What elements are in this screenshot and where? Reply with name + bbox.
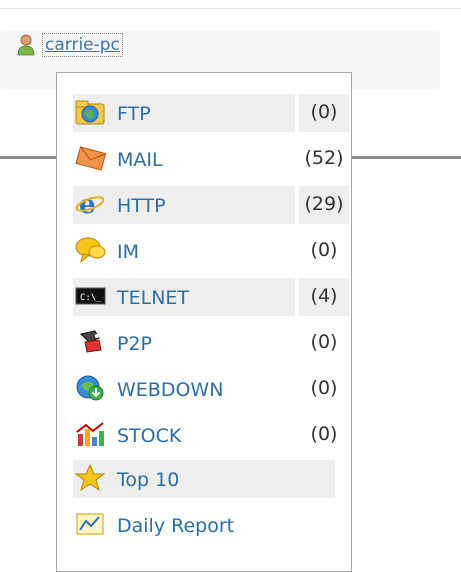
menu-item-label: FTP xyxy=(117,103,151,125)
menu-item-mail[interactable]: MAIL (52) xyxy=(73,139,349,179)
user-name[interactable]: carrie-pc xyxy=(42,33,123,57)
menu-item-count: (0) xyxy=(310,101,338,123)
menu-item-p2p[interactable]: P2P (0) xyxy=(73,323,349,363)
mail-envelope-icon xyxy=(75,146,107,171)
menu-item-im[interactable]: IM (0) xyxy=(73,231,349,271)
webdown-download-icon xyxy=(76,375,104,401)
menu-item-label: HTTP xyxy=(117,195,166,217)
menu-item-top10[interactable]: Top 10 xyxy=(73,459,349,499)
menu-item-label: STOCK xyxy=(117,425,182,447)
menu-item-label: MAIL xyxy=(117,149,163,171)
menu-item-label: IM xyxy=(117,241,139,263)
menu-item-telnet[interactable]: C:\_ TELNET (4) xyxy=(73,277,349,317)
menu-item-label: WEBDOWN xyxy=(117,379,224,401)
user-icon xyxy=(17,34,35,56)
menu-item-count: (0) xyxy=(310,239,338,261)
menu-item-count: (0) xyxy=(310,331,338,353)
p2p-icon xyxy=(79,330,102,353)
user-link[interactable]: carrie-pc xyxy=(16,28,123,62)
menu-item-label: P2P xyxy=(117,333,153,355)
protocol-menu: FTP (0) MAIL (52) e HTTP (29) IM (0) C:\… xyxy=(56,72,352,572)
menu-item-daily-report[interactable]: Daily Report xyxy=(73,505,349,545)
menu-item-label: Daily Report xyxy=(117,515,235,537)
menu-item-ftp[interactable]: FTP (0) xyxy=(73,93,349,133)
menu-item-label: TELNET xyxy=(117,287,190,309)
menu-item-http[interactable]: e HTTP (29) xyxy=(73,185,349,225)
http-browser-icon: e xyxy=(75,190,105,218)
telnet-terminal-icon: C:\_ xyxy=(75,287,106,305)
menu-item-count: (52) xyxy=(304,147,344,169)
menu-item-count: (0) xyxy=(310,377,338,399)
menu-item-count: (4) xyxy=(310,285,338,307)
menu-item-count: (0) xyxy=(310,423,338,445)
report-chart-icon xyxy=(76,513,104,535)
star-icon xyxy=(75,464,106,492)
im-chat-bubble-icon xyxy=(75,237,106,264)
stock-chart-icon xyxy=(76,422,104,446)
menu-item-stock[interactable]: STOCK (0) xyxy=(73,415,349,455)
ftp-globe-folder-icon xyxy=(75,100,105,125)
menu-item-webdown[interactable]: WEBDOWN (0) xyxy=(73,369,349,409)
menu-item-count: (29) xyxy=(304,193,344,215)
svg-text:e: e xyxy=(79,190,96,218)
svg-text:C:\_: C:\_ xyxy=(80,293,102,303)
top-divider xyxy=(0,8,461,9)
menu-item-label: Top 10 xyxy=(117,469,180,491)
